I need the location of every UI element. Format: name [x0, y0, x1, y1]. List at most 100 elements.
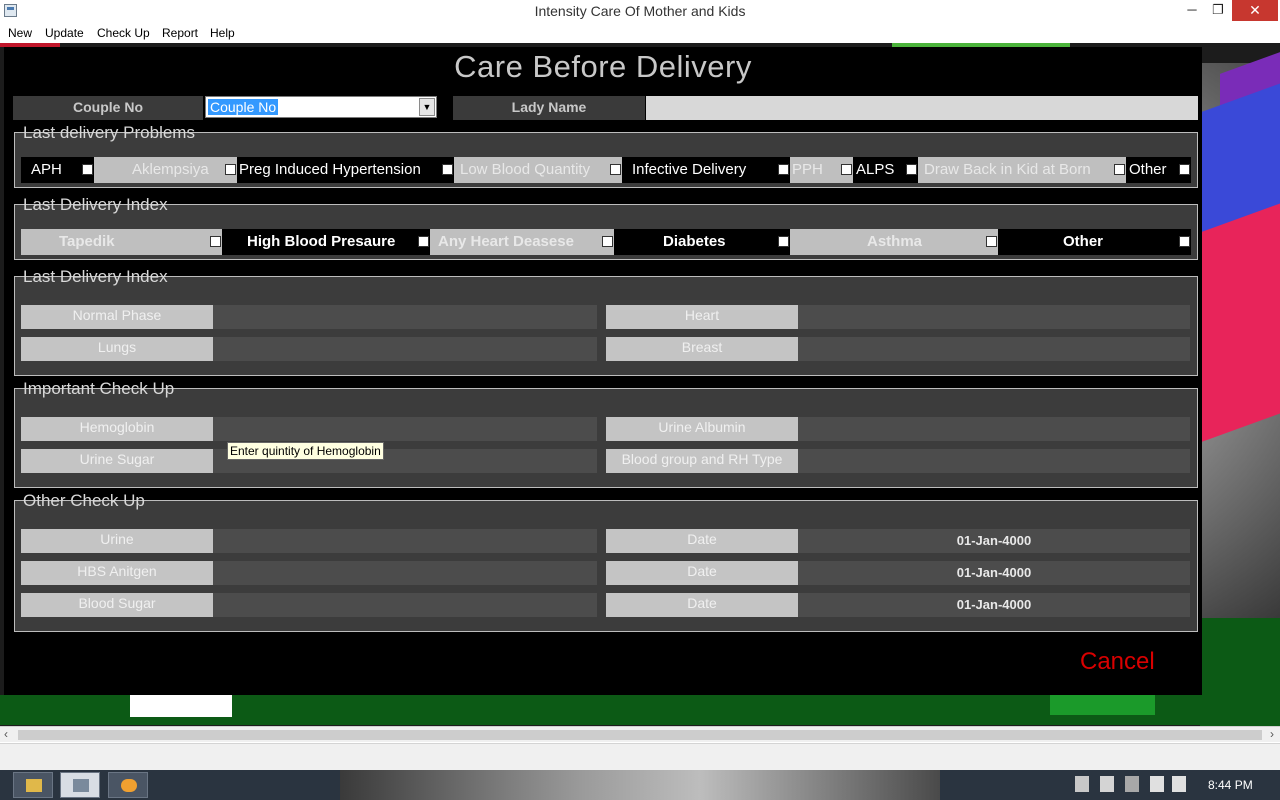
- checkbox-box[interactable]: [602, 236, 613, 247]
- checkbox-draw-back-in-kid-at-born[interactable]: Draw Back in Kid at Born: [918, 157, 1126, 183]
- checkbox-diabetes[interactable]: Diabetes: [614, 229, 790, 255]
- checkbox-alps[interactable]: ALPS: [853, 157, 918, 183]
- checkbox-high-blood-presaure[interactable]: High Blood Presaure: [222, 229, 430, 255]
- urine-date-label: Date: [606, 529, 798, 553]
- checkbox-other-index[interactable]: Other: [998, 229, 1191, 255]
- checkbox-asthma[interactable]: Asthma: [790, 229, 998, 255]
- app-window-icon: [73, 779, 89, 792]
- blood-sugar-date-label: Date: [606, 593, 798, 617]
- checkbox-box[interactable]: [442, 164, 453, 175]
- checkbox-other[interactable]: Other: [1126, 157, 1191, 183]
- checkbox-box[interactable]: [986, 236, 997, 247]
- checkbox-label: Low Blood Quantity: [460, 161, 591, 178]
- dropdown-arrow-icon[interactable]: ▼: [419, 98, 435, 116]
- menu-check-up[interactable]: Check Up: [97, 26, 150, 40]
- hbs-antigen-date-picker[interactable]: 01-Jan-4000: [798, 561, 1190, 585]
- checkbox-box[interactable]: [1179, 164, 1190, 175]
- taskbar-clock[interactable]: 8:44 PM: [1208, 778, 1253, 792]
- breast-field[interactable]: [798, 337, 1190, 361]
- group-title: Last Delivery Index: [23, 267, 168, 286]
- flag-icon[interactable]: [1100, 776, 1114, 792]
- checkbox-box[interactable]: [841, 164, 852, 175]
- checkbox-box[interactable]: [1179, 236, 1190, 247]
- checkbox-low-blood-quantity[interactable]: Low Blood Quantity: [454, 157, 622, 183]
- group-title: Last Delivery Index: [23, 195, 168, 214]
- lungs-field[interactable]: [213, 337, 597, 361]
- urine-albumin-field[interactable]: [798, 417, 1190, 441]
- window-title: Intensity Care Of Mother and Kids: [534, 3, 746, 19]
- important-check-up-group: Important Check Up Hemoglobin Urine Albu…: [14, 379, 1198, 488]
- checkbox-box[interactable]: [778, 236, 789, 247]
- background-shape: [1050, 693, 1155, 715]
- checkbox-box[interactable]: [210, 236, 221, 247]
- normal-phase-field[interactable]: [213, 305, 597, 329]
- checkbox-label: Tapedik: [59, 233, 115, 250]
- hemoglobin-field[interactable]: [213, 417, 597, 441]
- blood-group-field[interactable]: [798, 449, 1190, 473]
- taskbar: 8:44 PM: [0, 770, 1280, 800]
- checkbox-label: ALPS: [856, 161, 895, 178]
- checkbox-box[interactable]: [906, 164, 917, 175]
- hbs-antigen-date-label: Date: [606, 561, 798, 585]
- scrollbar-thumb[interactable]: [18, 730, 1262, 740]
- checkbox-preg-induced-hypertension[interactable]: Preg Induced Hypertension: [237, 157, 454, 183]
- last-delivery-index-group: Last Delivery Index Tapedik High Blood P…: [14, 195, 1198, 260]
- maximize-button[interactable]: ❐: [1204, 0, 1232, 21]
- checkbox-aklempsiya[interactable]: Aklempsiya: [94, 157, 237, 183]
- urine-date-picker[interactable]: 01-Jan-4000: [798, 529, 1190, 553]
- hbs-antigen-field[interactable]: [213, 561, 597, 585]
- menu-help[interactable]: Help: [210, 26, 235, 40]
- blood-sugar-field[interactable]: [213, 593, 597, 617]
- urine-field[interactable]: [213, 529, 597, 553]
- taskbar-background: [340, 770, 940, 800]
- menu-report[interactable]: Report: [162, 26, 198, 40]
- checkbox-box[interactable]: [778, 164, 789, 175]
- checkbox-aph[interactable]: APH: [21, 157, 94, 183]
- checkbox-label: Aklempsiya: [132, 161, 209, 178]
- checkbox-box[interactable]: [225, 164, 236, 175]
- checkbox-row: Tapedik High Blood Presaure Any Heart De…: [21, 229, 1191, 255]
- checkbox-box[interactable]: [418, 236, 429, 247]
- menu-update[interactable]: Update: [45, 26, 84, 40]
- checkbox-label: Draw Back in Kid at Born: [924, 161, 1091, 178]
- blood-sugar-date-picker[interactable]: 01-Jan-4000: [798, 593, 1190, 617]
- minimize-button[interactable]: ─: [1178, 0, 1206, 21]
- scroll-left-icon[interactable]: ‹: [4, 727, 8, 741]
- group-title: Important Check Up: [23, 379, 175, 398]
- checkbox-tapedik[interactable]: Tapedik: [21, 229, 222, 255]
- care-before-delivery-form: Care Before Delivery Couple No Couple No…: [4, 47, 1202, 695]
- couple-no-combobox[interactable]: Couple No ▼: [205, 96, 437, 118]
- checkbox-label: APH: [31, 161, 62, 178]
- checkbox-infective-delivery[interactable]: Infective Delivery: [622, 157, 790, 183]
- scroll-right-icon[interactable]: ›: [1270, 727, 1274, 741]
- background-shape: [130, 695, 232, 717]
- checkbox-box[interactable]: [82, 164, 93, 175]
- checkbox-label: Asthma: [867, 233, 923, 250]
- menu-new[interactable]: New: [8, 26, 32, 40]
- blood-sugar-label: Blood Sugar: [21, 593, 213, 617]
- checkbox-label: PPH: [792, 161, 823, 178]
- close-button[interactable]: ✕: [1232, 0, 1278, 21]
- taskbar-app[interactable]: [60, 772, 100, 798]
- checkbox-label: Other: [1129, 161, 1167, 178]
- lady-name-field[interactable]: [646, 96, 1198, 120]
- heart-label: Heart: [606, 305, 798, 329]
- checkbox-box[interactable]: [1114, 164, 1125, 175]
- checkbox-pph[interactable]: PPH: [790, 157, 853, 183]
- battery-icon[interactable]: [1150, 776, 1164, 792]
- group-title: Last delivery Problems: [23, 123, 195, 142]
- network-icon[interactable]: [1125, 776, 1139, 792]
- checkbox-any-heart-deasese[interactable]: Any Heart Deasese: [430, 229, 614, 255]
- action-center-icon[interactable]: [1075, 776, 1089, 792]
- taskbar-file-explorer[interactable]: [13, 772, 53, 798]
- taskbar-browser[interactable]: [108, 772, 148, 798]
- group-title: Other Check Up: [23, 491, 145, 510]
- cancel-button[interactable]: Cancel: [1080, 648, 1155, 676]
- title-bar: Intensity Care Of Mother and Kids ─ ❐ ✕: [0, 0, 1280, 23]
- heart-field[interactable]: [798, 305, 1190, 329]
- volume-icon[interactable]: [1172, 776, 1186, 792]
- checkbox-box[interactable]: [610, 164, 621, 175]
- checkbox-label: Other: [1063, 233, 1104, 250]
- horizontal-scrollbar[interactable]: ‹ ›: [0, 726, 1280, 742]
- urine-label: Urine: [21, 529, 213, 553]
